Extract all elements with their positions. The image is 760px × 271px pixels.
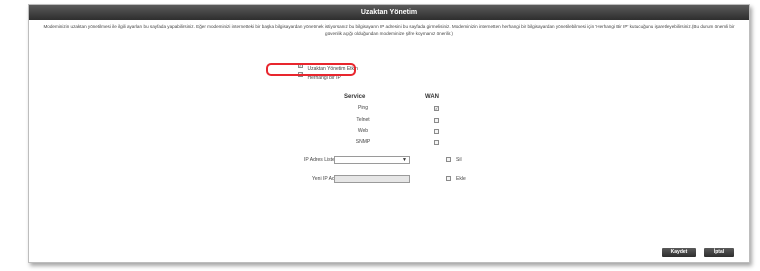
- service-snmp-label: SNMP: [355, 139, 371, 145]
- description-text: Modeminizin uzaktan yönetilmesi ile ilgi…: [43, 24, 735, 36]
- service-web-label: Web: [357, 128, 369, 134]
- service-column-header: Service: [344, 94, 366, 100]
- save-button[interactable]: Kaydet: [662, 248, 696, 257]
- telnet-wan-checkbox[interactable]: [434, 118, 439, 123]
- new-ip-input[interactable]: [334, 175, 410, 183]
- service-ping-label: Ping: [357, 105, 368, 111]
- wan-column-header: WAN: [425, 94, 439, 100]
- service-telnet-label: Telnet: [356, 117, 370, 123]
- add-label: Ekle: [456, 176, 466, 182]
- delete-checkbox[interactable]: [446, 157, 451, 162]
- web-wan-checkbox[interactable]: [434, 129, 439, 134]
- panel-title: Uzaktan Yönetim: [29, 5, 749, 20]
- snmp-wan-checkbox[interactable]: [434, 140, 439, 145]
- dropdown-arrow-icon: ▼: [402, 157, 407, 163]
- ip-list-select[interactable]: ▼: [334, 156, 410, 164]
- ping-wan-checkbox[interactable]: [434, 106, 439, 111]
- add-checkbox[interactable]: [446, 176, 451, 181]
- cancel-button[interactable]: İptal: [704, 248, 734, 257]
- any-ip-highlight: [266, 63, 356, 76]
- remote-management-panel: Uzaktan Yönetim Modeminizin uzaktan yöne…: [28, 4, 750, 263]
- delete-label: Sil: [456, 157, 462, 163]
